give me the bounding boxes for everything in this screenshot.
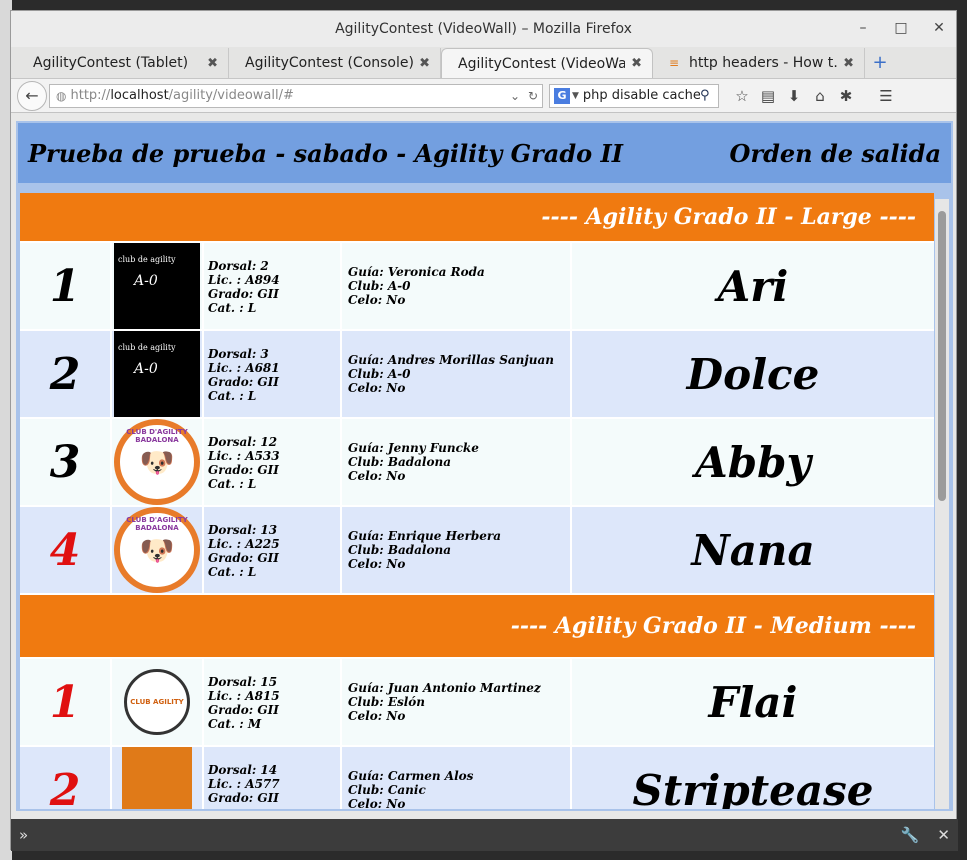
scrollbar-thumb[interactable] [938, 211, 946, 501]
order-number: 3 [20, 419, 112, 505]
minimize-icon[interactable]: – [854, 20, 872, 36]
order-number: 2 [20, 331, 112, 417]
home-icon[interactable]: ⌂ [807, 87, 833, 105]
category-header: ---- Agility Grado II - Medium ---- [20, 595, 934, 659]
handler-info: Guía: Andres Morillas Sanjuan Club: A-0 Ce… [342, 331, 572, 417]
new-tab-icon[interactable]: + [865, 52, 895, 78]
club-logo: club de agility A-0 [112, 331, 204, 417]
club-a0-logo-icon: club de agility A-0 [114, 331, 200, 417]
page-content: Prueba de prueba - sabado - Agility Grad… [16, 121, 953, 811]
club-logo [112, 747, 204, 809]
tab-label: http headers - How t… [689, 55, 838, 71]
menu-icon[interactable]: ☰ [873, 87, 899, 105]
close-tab-icon[interactable]: ✖ [843, 56, 854, 71]
dog-name: Ari [717, 261, 789, 311]
table-row[interactable]: 2 Dorsal: 14 Lic. : A577 Grado: GII Guía: … [20, 747, 934, 811]
table-row[interactable]: 1 CLUB AGILITY Dorsal: 15 Lic. : A815 Grad… [20, 659, 934, 747]
url-text: http://localhost/agility/videowall/# [70, 88, 294, 103]
dog-info: Dorsal: 12 Lic. : A533 Grado: GII Cat. : L [204, 419, 342, 505]
developer-toolbar: » 🔧 ✕ [11, 819, 958, 851]
table-row[interactable]: 3 CLUB D'AGILITY BADALONA 🐶 Dorsal: 12 Lic… [20, 419, 934, 507]
back-arrow-icon[interactable]: ← [17, 80, 47, 111]
table-row[interactable]: 1 club de agility A-0 Dorsal: 2 Lic. : A89… [20, 243, 934, 331]
clipboard-icon[interactable]: ▤ [755, 87, 781, 105]
club-badalona-logo-icon: CLUB D'AGILITY BADALONA 🐶 [114, 507, 200, 593]
order-number: 1 [20, 659, 112, 745]
page-title: Prueba de prueba - sabado - Agility Grad… [28, 138, 623, 168]
close-tab-icon[interactable]: ✖ [631, 56, 642, 71]
chevron-down-icon[interactable]: ▼ [572, 91, 579, 101]
club-logo: CLUB D'AGILITY BADALONA 🐶 [112, 419, 204, 505]
handler-info: Guía: Enrique Herbera Club: Badalona Celo:… [342, 507, 572, 593]
chevron-right-icon[interactable]: » [19, 826, 28, 844]
dog-name: Flai [708, 677, 798, 727]
search-bar[interactable]: G ▼ php disable cache ⚲ [549, 83, 719, 108]
wrench-icon[interactable]: 🔧 [901, 826, 920, 844]
star-icon[interactable]: ☆ [729, 87, 755, 105]
order-number: 4 [20, 507, 112, 593]
tab-label: AgilityContest (Console) [245, 55, 414, 71]
order-number: 2 [20, 747, 112, 809]
dog-info: Dorsal: 3 Lic. : A681 Grado: GII Cat. : L [204, 331, 342, 417]
dog-info: Dorsal: 14 Lic. : A577 Grado: GII [204, 747, 342, 809]
club-eslon-logo-icon: CLUB AGILITY [124, 669, 190, 735]
category-header: ---- Agility Grado II - Large ---- [20, 193, 934, 243]
table-row[interactable]: 4 CLUB D'AGILITY BADALONA 🐶 Dorsal: 13 Lic… [20, 507, 934, 595]
tab-videowall[interactable]: AgilityContest (VideoWall) ✖ [441, 48, 653, 78]
tab-tablet[interactable]: AgilityContest (Tablet) ✖ [17, 48, 229, 78]
handler-info: Guía: Juan Antonio Martinez Club: Eslón Ce… [342, 659, 572, 745]
club-a0-logo-icon: club de agility A-0 [114, 243, 200, 329]
club-logo: CLUB D'AGILITY BADALONA 🐶 [112, 507, 204, 593]
stackoverflow-favicon-icon: ≡ [669, 56, 680, 70]
browser-window: AgilityContest (VideoWall) – Mozilla Fir… [10, 10, 958, 851]
vertical-scrollbar[interactable] [935, 199, 949, 809]
dog-info: Dorsal: 13 Lic. : A225 Grado: GII Cat. : L [204, 507, 342, 593]
close-tab-icon[interactable]: ✖ [419, 56, 430, 71]
search-icon[interactable]: ⚲ [700, 88, 718, 103]
maximize-icon[interactable]: □ [892, 20, 910, 36]
chevron-down-icon[interactable]: ⌄ [506, 89, 524, 103]
tab-label: AgilityContest (VideoWall) [458, 55, 626, 72]
page-subtitle: Orden de salida [729, 138, 941, 168]
dog-info: Dorsal: 2 Lic. : A894 Grado: GII Cat. : L [204, 243, 342, 329]
close-tab-icon[interactable]: ✖ [207, 56, 218, 71]
dog-name: Striptease [632, 765, 874, 811]
nav-toolbar: ← ◍ http://localhost/agility/videowall/#… [11, 79, 956, 113]
close-window-icon[interactable]: ✕ [930, 20, 948, 36]
dog-info: Dorsal: 15 Lic. : A815 Grado: GII Cat. : M [204, 659, 342, 745]
tab-http-headers[interactable]: ≡ http headers - How t… ✖ [653, 48, 865, 78]
tab-strip: AgilityContest (Tablet) ✖ AgilityContest… [11, 47, 956, 79]
google-icon[interactable]: G [554, 87, 570, 104]
club-logo: club de agility A-0 [112, 243, 204, 329]
tab-console[interactable]: AgilityContest (Console) ✖ [229, 48, 441, 78]
title-bar: AgilityContest (VideoWall) – Mozilla Fir… [11, 11, 956, 47]
extension-icon[interactable]: ✱ [833, 87, 859, 105]
page-header: Prueba de prueba - sabado - Agility Grad… [18, 123, 951, 187]
dog-name: Dolce [686, 349, 820, 399]
dog-name: Abby [695, 437, 811, 487]
search-input[interactable]: php disable cache [583, 88, 700, 103]
handler-info: Guía: Jenny Funcke Club: Badalona Celo: No [342, 419, 572, 505]
club-logo: CLUB AGILITY [112, 659, 204, 745]
url-bar[interactable]: ◍ http://localhost/agility/videowall/# ⌄… [49, 83, 543, 108]
handler-info: Guía: Carmen Alos Club: Canic Celo: No [342, 747, 572, 809]
club-badalona-logo-icon: CLUB D'AGILITY BADALONA 🐶 [114, 419, 200, 505]
download-icon[interactable]: ⬇ [781, 87, 807, 105]
globe-icon: ◍ [56, 88, 67, 103]
starting-order-list: ---- Agility Grado II - Large ---- 1 clu… [20, 193, 934, 811]
dog-name: Nana [691, 525, 815, 575]
table-row[interactable]: 2 club de agility A-0 Dorsal: 3 Lic. : A68… [20, 331, 934, 419]
close-icon[interactable]: ✕ [937, 826, 950, 844]
reload-icon[interactable]: ↻ [524, 89, 542, 103]
window-title: AgilityContest (VideoWall) – Mozilla Fir… [335, 21, 632, 37]
order-number: 1 [20, 243, 112, 329]
club-canic-logo-icon [122, 747, 192, 809]
tab-label: AgilityContest (Tablet) [33, 55, 189, 71]
handler-info: Guía: Veronica Roda Club: A-0 Celo: No [342, 243, 572, 329]
